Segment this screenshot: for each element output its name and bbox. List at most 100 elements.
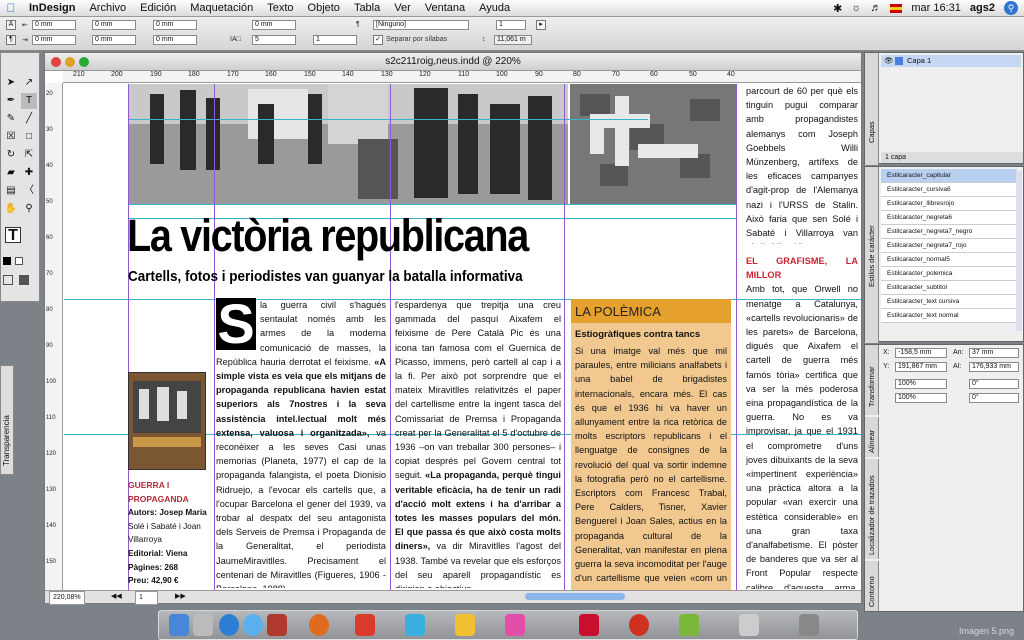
app-icon[interactable]: [405, 614, 425, 636]
fill-stroke-icon[interactable]: T: [5, 227, 21, 244]
app-icon[interactable]: [739, 614, 759, 636]
left-indent-field[interactable]: 0 mm: [32, 20, 76, 30]
next-page-icon[interactable]: ▶▶: [175, 591, 186, 603]
app-icon[interactable]: [679, 614, 699, 636]
style-item[interactable]: Estilcaracter_text normal: [881, 309, 1017, 323]
space-before-field[interactable]: 0 mm: [153, 20, 197, 30]
space-before-field-2[interactable]: 0 mm: [252, 20, 296, 30]
spotlight-icon[interactable]: ⚲: [1004, 1, 1018, 15]
space-after-field[interactable]: 0 mm: [153, 35, 197, 45]
scale-y-field[interactable]: 100%: [895, 393, 947, 403]
first-indent-field[interactable]: 0 mm: [32, 35, 76, 45]
columns-field[interactable]: 1: [496, 20, 526, 30]
direct-selection-icon[interactable]: ↗: [21, 75, 37, 91]
menu-app[interactable]: InDesign: [22, 2, 82, 14]
menu-tabla[interactable]: Tabla: [347, 2, 387, 14]
width-field[interactable]: 37 mm: [969, 348, 1019, 358]
menu-archivo[interactable]: Archivo: [82, 2, 133, 14]
app-icon[interactable]: [629, 614, 649, 636]
style-item[interactable]: Estilcaracter_llibresrojo: [881, 197, 1017, 211]
text-column-4-top[interactable]: parcourt de 60 per què els tinguin pugui…: [746, 84, 858, 244]
shear-tool-icon[interactable]: ▰: [3, 165, 19, 181]
app-icon[interactable]: [455, 614, 475, 636]
menu-ventana[interactable]: Ventana: [418, 2, 472, 14]
close-button[interactable]: [51, 57, 61, 67]
transform-tool-icon[interactable]: ✚: [21, 165, 37, 181]
rectangle-tool-icon[interactable]: □: [21, 129, 37, 145]
menu-objeto[interactable]: Objeto: [301, 2, 347, 14]
layers-tab[interactable]: Capas: [865, 53, 879, 165]
horizontal-scrollbar[interactable]: [525, 593, 625, 600]
hyphenate-checkbox[interactable]: ✓: [373, 35, 383, 45]
pathfinder-tab[interactable]: Localizador de trazados: [865, 459, 879, 559]
itunes-icon[interactable]: [219, 614, 239, 636]
style-item[interactable]: Estilcaracter_capitular: [881, 169, 1017, 183]
line-tool-icon[interactable]: ╱: [21, 111, 37, 127]
menu-ayuda[interactable]: Ayuda: [472, 2, 517, 14]
vertical-ruler[interactable]: 20 30 40 50 60 70 80 90 100 110 120 130 …: [45, 83, 63, 591]
zoom-tool-icon[interactable]: ⚲: [21, 201, 37, 217]
pencil-tool-icon[interactable]: ✎: [3, 111, 19, 127]
layer-row[interactable]: 👁 Capa 1: [881, 55, 1021, 67]
y-field[interactable]: 191,867 mm: [895, 362, 947, 372]
style-item[interactable]: Estilcaracter_negreta7_rojo: [881, 239, 1017, 253]
style-item[interactable]: Estilcaracter_negreta7_negro: [881, 225, 1017, 239]
horizontal-ruler[interactable]: 210 200 190 180 170 160 150 140 130 120 …: [63, 71, 861, 83]
x-field[interactable]: -158,5 mm: [895, 348, 947, 358]
normal-view-icon[interactable]: [3, 275, 13, 285]
dropcap-lines-field[interactable]: 5: [252, 35, 296, 45]
right-indent-field[interactable]: 0 mm: [92, 20, 136, 30]
article-subheadline[interactable]: Cartells, fotos i periodistes van guanya…: [128, 268, 523, 285]
trash-icon[interactable]: [799, 614, 819, 636]
text-column-1[interactable]: S la guerra civil s'hagués sentaulat nom…: [216, 298, 386, 588]
text-format-icon[interactable]: A: [6, 20, 16, 30]
clock[interactable]: mar 16:31: [911, 2, 961, 14]
default-colors-icon[interactable]: [3, 257, 11, 265]
selection-tool-icon[interactable]: ➤: [3, 75, 19, 91]
style-item[interactable]: Estilcaracter_text cursiva: [881, 295, 1017, 309]
eyedropper-tool-icon[interactable]: 〈: [21, 183, 37, 199]
style-item[interactable]: Estilcaracter_normal5: [881, 253, 1017, 267]
type-tool-icon[interactable]: T: [21, 93, 37, 109]
menu-ver[interactable]: Ver: [387, 2, 418, 14]
article-headline[interactable]: La victòria republicana: [127, 210, 529, 262]
align-tab[interactable]: Alinear: [865, 417, 879, 457]
volume-icon[interactable]: ♬: [870, 2, 881, 14]
minimize-button[interactable]: [65, 57, 75, 67]
firefox-icon[interactable]: [309, 614, 329, 636]
app-icon[interactable]: [355, 614, 375, 636]
book-cover-image[interactable]: [128, 372, 206, 470]
scale-x-field[interactable]: 100%: [895, 379, 947, 389]
bluetooth-icon[interactable]: ✱: [833, 2, 842, 15]
page-canvas[interactable]: La victòria republicana Cartells, fotos …: [64, 84, 861, 590]
user-name[interactable]: ags2: [970, 2, 995, 14]
zoom-level[interactable]: 220,08%: [49, 591, 85, 605]
hand-tool-icon[interactable]: ✋: [3, 201, 19, 217]
text-column-4-bottom[interactable]: EL GRAFISME, LA MILLOR Amb tot, que Orwe…: [746, 254, 858, 589]
frame-tool-icon[interactable]: ☒: [3, 129, 19, 145]
rotate-tool-icon[interactable]: ↻: [3, 147, 19, 163]
style-item[interactable]: Estilcaracter_subtitol: [881, 281, 1017, 295]
shear-field[interactable]: 0°: [969, 393, 1019, 403]
menu-edicion[interactable]: Edición: [133, 2, 183, 14]
paragraph-format-icon[interactable]: ¶: [6, 35, 16, 45]
finder-icon[interactable]: [169, 614, 189, 636]
paragraph-style-select[interactable]: [Ninguno]: [373, 20, 469, 30]
rotation-field[interactable]: 0°: [969, 379, 1019, 389]
preview-view-icon[interactable]: [19, 275, 29, 285]
stroke-tab[interactable]: Contorno: [865, 561, 879, 611]
transform-tab[interactable]: Transformar: [865, 345, 879, 415]
first-page-icon[interactable]: ◀◀: [111, 591, 122, 603]
scale-tool-icon[interactable]: ⇱: [21, 147, 37, 163]
swastika-photo[interactable]: [570, 84, 736, 204]
app-icon[interactable]: [505, 614, 525, 636]
polemic-sidebar[interactable]: LA POLÈMICA Estiogràfiques contra tancs …: [571, 299, 731, 590]
acrobat-icon[interactable]: [579, 614, 599, 636]
page-number[interactable]: 1: [135, 591, 158, 605]
menu-maquetacion[interactable]: Maquetación: [183, 2, 260, 14]
gradient-tool-icon[interactable]: ▤: [3, 183, 19, 199]
apple-icon[interactable]: : [0, 1, 22, 15]
text-column-2[interactable]: l'espardenya que trepitja una creu gamma…: [395, 298, 561, 588]
app-icon[interactable]: [267, 614, 287, 636]
measure-field[interactable]: 11,061 m: [494, 35, 532, 45]
